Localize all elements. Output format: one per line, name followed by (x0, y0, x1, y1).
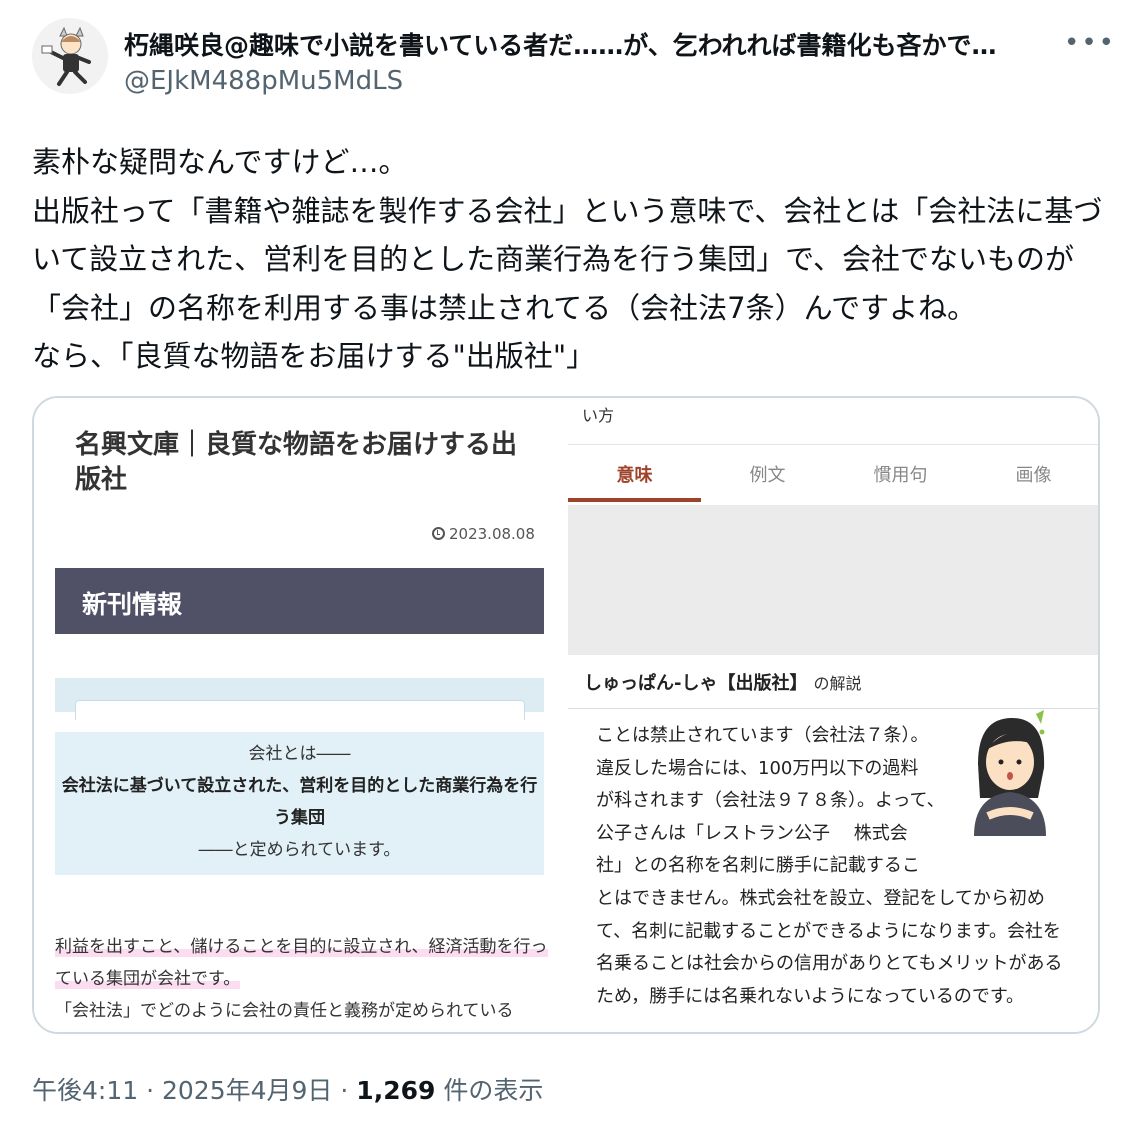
left-body-text-2: 「会社法」でどのように会社の責任と義務が定められている (55, 1001, 514, 1021)
active-tab-indicator (568, 498, 701, 502)
separator: · (146, 1076, 162, 1105)
tab-images[interactable]: 画像 (967, 461, 1098, 487)
tweet-meta: 午後4:11 · 2025年4月9日 · 1,269 件の表示 (32, 1071, 543, 1107)
display-name[interactable]: 朽縄咲良@趣味で小説を書いている者だ……が、乞われれば書籍化も吝かで… (124, 26, 1044, 62)
cyan-box (55, 678, 544, 720)
post-date-text: 2023.08.08 (449, 525, 535, 543)
user-handle[interactable]: @EJkM488pMu5MdLS (124, 66, 403, 96)
tab-idioms[interactable]: 慣用句 (834, 461, 967, 487)
tweet-media[interactable]: 名興文庫｜良質な物語をお届けする出版社 2023.08.08 新刊情報 会社とは… (32, 396, 1100, 1034)
highlighted-text: 利益を出すこと、儲けることを目的に設立され、経済活動を行っている集団が会社です。 (55, 937, 548, 989)
site-title: 名興文庫｜良質な物語をお届けする出版社 (75, 430, 518, 495)
thinking-person-illustration (974, 710, 1046, 836)
tab-meaning[interactable]: 意味 (568, 461, 701, 487)
left-body-text: 利益を出すこと、儲けることを目的に設立され、経済活動を行っている集団が会社です。… (55, 931, 555, 1027)
quote-line-2: 会社法に基づいて設立された、営利を目的とした商業行為を行う集団 (61, 776, 538, 828)
avatar-image (32, 18, 108, 94)
dictionary-tabs: 意味 例文 慣用句 画像 (568, 444, 1098, 504)
entry-line-2: 違反した場合には、100万円以下の過料 (596, 757, 919, 779)
tweet-line-3: なら、「良質な物語をお届けする"出版社"」 (32, 339, 596, 373)
tweet-line-2: 出版社って「書籍や雑誌を製作する会社」という意味で、会社とは「会社法に基づいて設… (32, 193, 1103, 325)
quote-line-1: 会社とは―― (248, 744, 351, 764)
more-icon[interactable]: ••• (1064, 28, 1116, 58)
tweet-time[interactable]: 午後4:11 (32, 1076, 138, 1105)
post-date: 2023.08.08 (432, 525, 535, 543)
entry-heading: しゅっぱん‐しゃ【出版社】 の解説 (584, 669, 862, 695)
clock-icon (432, 527, 445, 540)
definition-quote: 会社とは―― 会社法に基づいて設立された、営利を目的とした商業行為を行う集団 ―… (55, 732, 544, 875)
view-count: 1,269 (356, 1076, 436, 1105)
entry-line-4: 公子さんは「レストラン公子 株式会 (596, 822, 908, 844)
tab-examples[interactable]: 例文 (701, 461, 834, 487)
avatar[interactable] (32, 18, 108, 94)
media-left-image[interactable]: 名興文庫｜良質な物語をお届けする出版社 2023.08.08 新刊情報 会社とは… (34, 398, 566, 1032)
media-right-image[interactable]: い方 意味 例文 慣用句 画像 しゅっぱん‐しゃ【出版社】 の解説 ことは禁止され… (568, 398, 1098, 1032)
entry-suffix: の解説 (813, 674, 862, 693)
separator: · (340, 1076, 357, 1105)
view-label: 件の表示 (443, 1076, 544, 1105)
tweet-line-1: 素朴な疑問なんですけど…。 (32, 145, 408, 179)
section-heading-text: 新刊情報 (82, 590, 183, 619)
entry-line-5: 社」との名称を名刺に勝手に記載するこ (596, 855, 920, 877)
entry-rest: とはできません。株式会社を設立、登記をしてから初めて、名刺に記載することができる… (596, 887, 1063, 1007)
entry-line-1: ことは禁止されています（会社法７条）。 (596, 725, 929, 746)
entry-divider (568, 708, 1098, 709)
entry-line-3: が科されます（会社法９７８条）。よって、 (596, 790, 945, 812)
right-top-text: い方 (582, 406, 615, 425)
cyan-inner-box (75, 700, 525, 720)
ad-placeholder (568, 505, 1098, 655)
entry-title: しゅっぱん‐しゃ【出版社】 (584, 673, 808, 694)
quote-line-3: ――と定められています。 (198, 840, 401, 860)
tweet-date[interactable]: 2025年4月9日 (162, 1076, 332, 1105)
section-heading: 新刊情報 (55, 568, 544, 634)
tweet-text: 素朴な疑問なんですけど…。 出版社って「書籍や雑誌を製作する会社」という意味で、… (32, 138, 1107, 381)
